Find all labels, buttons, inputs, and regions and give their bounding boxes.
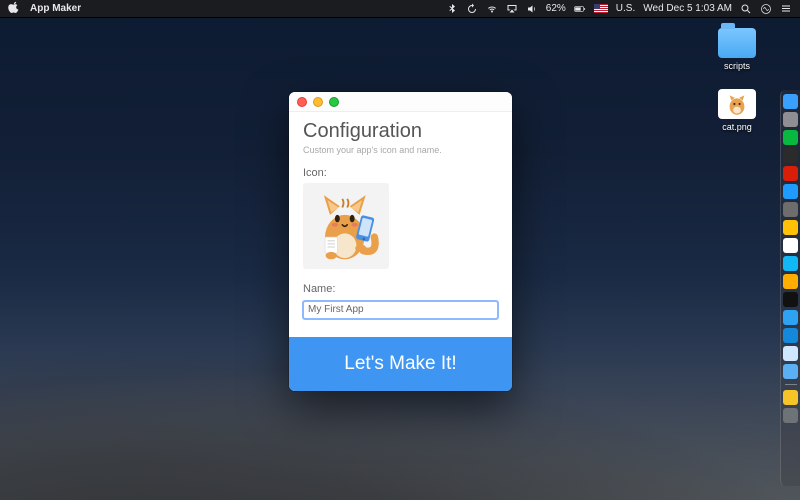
timemachine-icon[interactable]	[466, 3, 478, 15]
wifi-icon[interactable]	[486, 3, 498, 15]
config-subtitle: Custom your app's icon and name.	[303, 145, 498, 155]
dock-trash[interactable]	[783, 408, 798, 423]
app-icon-preview	[309, 189, 383, 263]
dock-item[interactable]	[783, 310, 798, 325]
folder-icon	[718, 28, 756, 58]
battery-icon[interactable]	[574, 3, 586, 15]
desktop-folder-scripts[interactable]: scripts	[714, 28, 760, 71]
battery-percent[interactable]: 62%	[546, 3, 566, 14]
siri-icon[interactable]	[760, 3, 772, 15]
desktop-item-label: cat.png	[722, 122, 752, 132]
window-close-button[interactable]	[297, 97, 307, 107]
dock	[780, 90, 800, 486]
menu-clock[interactable]: Wed Dec 5 1:03 AM	[643, 3, 732, 14]
airplay-icon[interactable]	[506, 3, 518, 15]
bluetooth-icon[interactable]	[446, 3, 458, 15]
window-zoom-button[interactable]	[329, 97, 339, 107]
icon-field-label: Icon:	[303, 167, 498, 179]
apple-menu-icon[interactable]	[8, 1, 20, 16]
dock-item[interactable]	[783, 220, 798, 235]
dock-item[interactable]	[783, 166, 798, 181]
window-titlebar[interactable]	[289, 92, 512, 112]
desktop-file-catpng[interactable]: cat.png	[714, 89, 760, 132]
dock-item[interactable]	[783, 256, 798, 271]
desktop-icons-area: scripts cat.png	[714, 28, 760, 132]
dock-item[interactable]	[783, 364, 798, 379]
input-source-flag-icon[interactable]	[594, 4, 608, 13]
dock-separator	[785, 384, 797, 385]
dock-item[interactable]	[783, 238, 798, 253]
dock-item[interactable]	[783, 202, 798, 217]
icon-drop-well[interactable]	[303, 183, 389, 269]
dock-item[interactable]	[783, 130, 798, 145]
dock-item[interactable]	[783, 148, 798, 163]
input-source-label[interactable]: U.S.	[616, 3, 635, 14]
dock-item[interactable]	[783, 346, 798, 361]
desktop-item-label: scripts	[724, 61, 750, 71]
notification-center-icon[interactable]	[780, 3, 792, 15]
dock-item[interactable]	[783, 292, 798, 307]
dock-item[interactable]	[783, 328, 798, 343]
window-minimize-button[interactable]	[313, 97, 323, 107]
lets-make-it-button[interactable]: Let's Make It!	[289, 337, 512, 391]
spotlight-icon[interactable]	[740, 3, 752, 15]
app-name-input[interactable]	[303, 301, 498, 319]
menu-bar: App Maker 62% U.S. Wed Dec 5 1:03 AM	[0, 0, 800, 18]
dock-item[interactable]	[783, 274, 798, 289]
volume-icon[interactable]	[526, 3, 538, 15]
dock-item[interactable]	[783, 184, 798, 199]
active-app-name[interactable]: App Maker	[30, 3, 81, 14]
configuration-window: Configuration Custom your app's icon and…	[289, 92, 512, 391]
dock-item[interactable]	[783, 390, 798, 405]
config-title: Configuration	[303, 120, 498, 143]
name-field-label: Name:	[303, 283, 498, 295]
dock-item[interactable]	[783, 112, 798, 127]
dock-item[interactable]	[783, 94, 798, 109]
cta-label: Let's Make It!	[344, 353, 456, 375]
image-file-icon	[718, 89, 756, 119]
